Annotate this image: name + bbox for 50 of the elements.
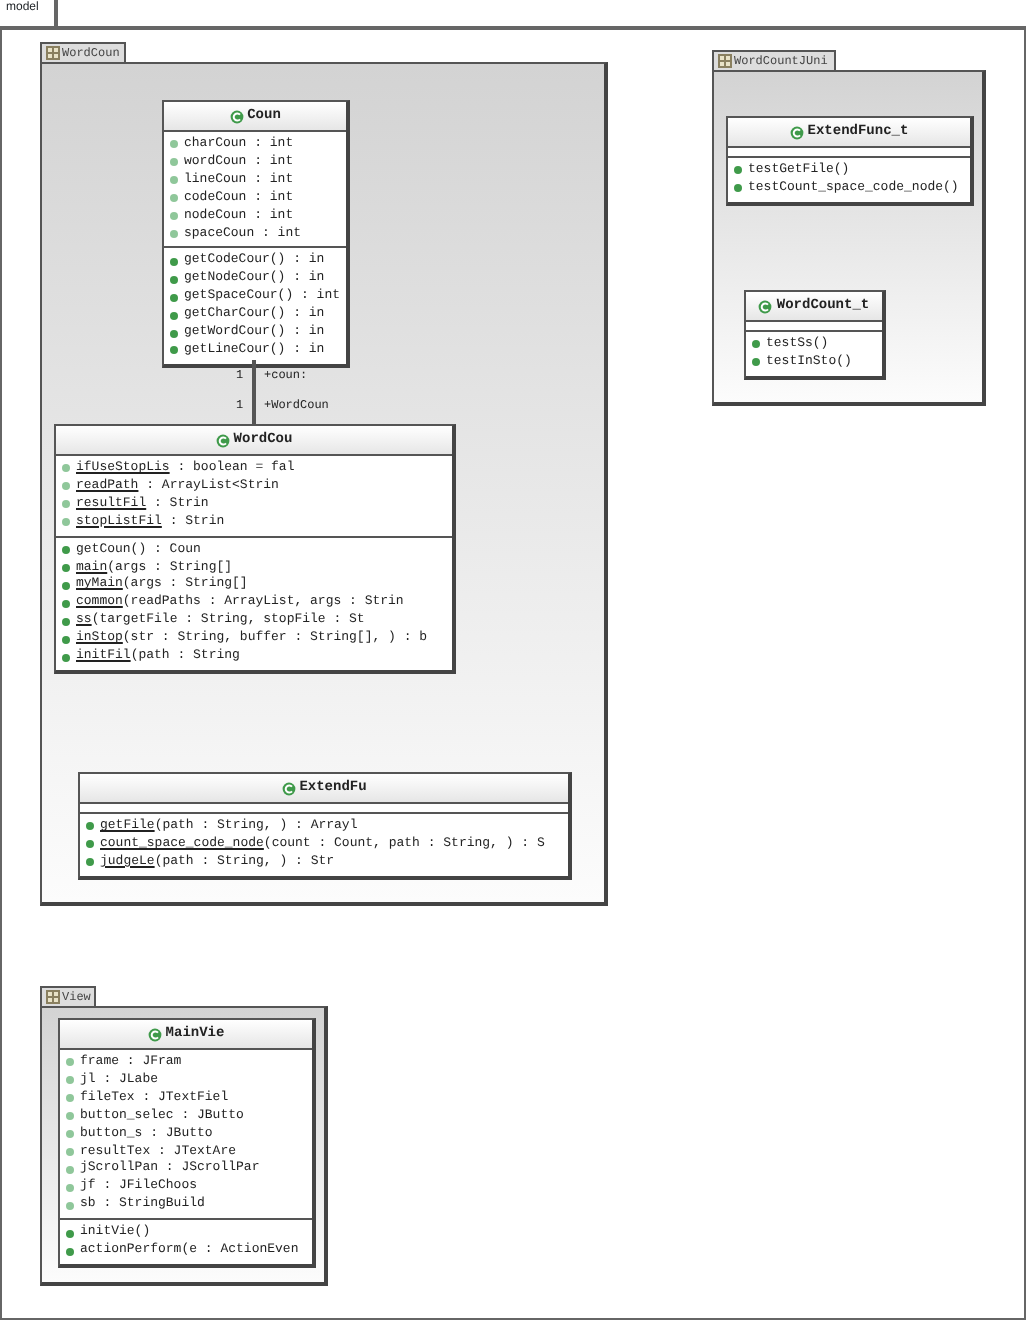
method-dot-icon [66,1229,74,1238]
field-dot-icon [66,1112,74,1121]
class-icon [147,1027,162,1041]
class-icon [281,781,296,795]
method-dot-icon [734,166,742,175]
field-dot-icon [66,1076,74,1085]
field-dot-icon [66,1147,74,1156]
field-dot-icon [170,212,178,221]
field-dot-icon [66,1094,74,1103]
package-icon [718,54,732,68]
field-dot-icon [62,464,70,473]
method-dot-icon [170,275,178,284]
class-icon [215,433,230,447]
method-dot-icon [66,1247,74,1256]
field-dot-icon [66,1130,74,1139]
field-dot-icon [170,229,178,238]
method-dot-icon [752,340,760,349]
method-dot-icon [752,358,760,367]
package-icon [46,46,60,60]
field-dot-icon [66,1058,74,1067]
method-dot-icon [170,346,178,355]
class-icon [758,299,773,313]
package-icon [46,990,60,1004]
method-dot-icon [62,617,70,626]
method-dot-icon [170,293,178,302]
method-dot-icon [86,840,94,849]
method-dot-icon [734,184,742,193]
field-dot-icon [66,1201,74,1210]
field-dot-icon [170,158,178,167]
field-dot-icon [170,140,178,149]
field-dot-icon [62,500,70,509]
method-dot-icon [170,257,178,266]
field-dot-icon [66,1165,74,1174]
method-dot-icon [62,599,70,608]
field-dot-icon [170,194,178,203]
method-dot-icon [170,311,178,320]
field-dot-icon [170,176,178,185]
method-dot-icon [62,581,70,590]
method-dot-icon [86,822,94,831]
class-icon [789,125,804,139]
field-dot-icon [66,1183,74,1192]
method-dot-icon [86,858,94,867]
method-dot-icon [62,653,70,662]
method-dot-icon [62,635,70,644]
method-dot-icon [62,546,70,555]
class-icon [229,109,244,123]
field-dot-icon [62,518,70,527]
field-dot-icon [62,482,70,491]
method-dot-icon [170,329,178,338]
method-dot-icon [62,563,70,572]
